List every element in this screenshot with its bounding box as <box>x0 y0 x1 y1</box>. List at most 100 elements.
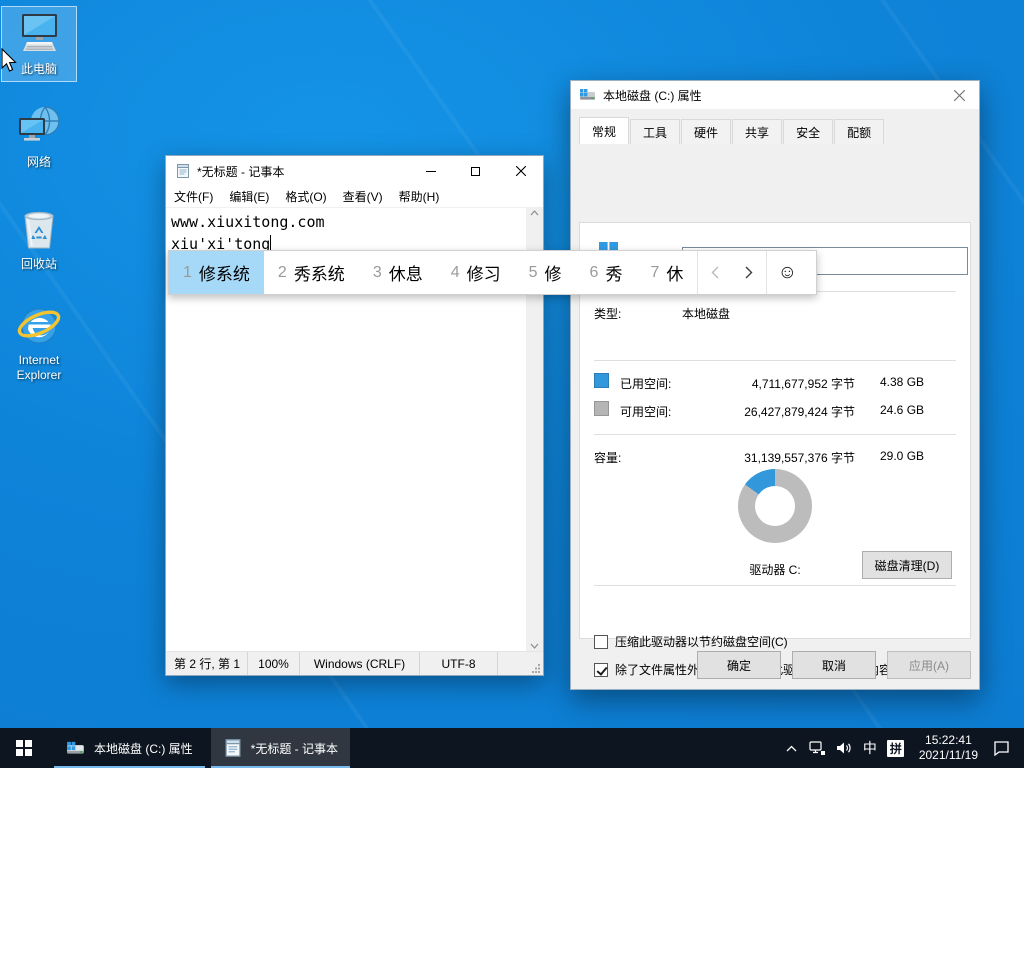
free-space-bytes: 26,427,879,424 字节 <box>675 403 855 420</box>
apply-button[interactable]: 应用(A) <box>887 651 971 679</box>
speaker-icon <box>836 741 852 755</box>
notepad-window: *无标题 - 记事本 文件(F) 编辑(E) 格式(O) 查看(V) 帮助(H)… <box>165 155 544 676</box>
status-zoom-level: 100% <box>248 652 300 675</box>
used-space-swatch <box>594 373 609 388</box>
desktop-icon-label: 回收站 <box>21 257 57 272</box>
taskbar-clock[interactable]: 15:22:41 2021/11/19 <box>909 733 988 763</box>
tab-hardware[interactable]: 硬件 <box>681 119 731 144</box>
used-space-gb: 4.38 GB <box>880 375 924 389</box>
scroll-down-icon[interactable] <box>530 643 539 649</box>
drive-letter-label: 驱动器 C: <box>710 561 840 578</box>
free-space-gb: 24.6 GB <box>880 403 924 417</box>
tray-ime-language[interactable]: 中 <box>857 728 883 768</box>
notepad-icon <box>223 738 243 758</box>
ime-candidate-4[interactable]: 4修习 <box>437 251 515 294</box>
close-button[interactable] <box>498 157 543 186</box>
tray-volume[interactable] <box>831 728 857 768</box>
action-center-button[interactable] <box>988 728 1014 768</box>
status-cursor-position: 第 2 行, 第 1 <box>166 652 248 675</box>
desktop-icon-label: 网络 <box>27 155 51 170</box>
minimize-button[interactable] <box>408 157 453 186</box>
dialog-footer: 确定 取消 应用(A) <box>697 651 971 679</box>
menu-help[interactable]: 帮助(H) <box>391 188 448 205</box>
dialog-titlebar[interactable]: 本地磁盘 (C:) 属性 <box>571 81 979 109</box>
network-icon <box>809 741 826 756</box>
used-space-label: 已用空间: <box>620 375 671 392</box>
checkbox-unchecked[interactable] <box>594 635 608 649</box>
ime-candidate-3[interactable]: 3休息 <box>359 251 437 294</box>
system-tray: 中 拼 15:22:41 2021/11/19 <box>779 728 1024 768</box>
resize-grip[interactable] <box>531 663 541 673</box>
ok-button[interactable]: 确定 <box>697 651 781 679</box>
clock-time: 15:22:41 <box>919 733 978 748</box>
disk-properties-dialog: 本地磁盘 (C:) 属性 常规 工具 硬件 共享 安全 配额 类型: 本地磁盘 … <box>570 80 980 690</box>
pinyin-mode-badge: 拼 <box>887 740 904 757</box>
drive-icon <box>579 88 597 102</box>
ime-candidate-bar: 1修系统 2秀系统 3休息 4修习 5修 6秀 7休 ☺ <box>168 250 817 295</box>
capacity-bytes: 31,139,557,376 字节 <box>675 449 855 466</box>
recycle-bin-icon <box>15 206 63 254</box>
desktop-icon-internet-explorer[interactable]: Internet Explorer <box>1 298 77 392</box>
tray-ime-mode[interactable]: 拼 <box>883 728 909 768</box>
tray-network[interactable] <box>805 728 831 768</box>
desktop-icon-recycle-bin[interactable]: 回收站 <box>1 202 77 278</box>
clock-date: 2021/11/19 <box>919 748 978 763</box>
start-button[interactable] <box>0 728 48 768</box>
drive-icon <box>66 740 86 757</box>
chevron-left-icon <box>711 266 719 279</box>
menu-edit[interactable]: 编辑(E) <box>221 188 277 205</box>
internet-explorer-icon <box>15 302 63 350</box>
scroll-up-icon[interactable] <box>530 210 539 216</box>
this-pc-icon <box>15 11 63 59</box>
window-title: *无标题 - 记事本 <box>197 163 408 180</box>
desktop-icon-network[interactable]: 网络 <box>1 100 77 176</box>
text-line-1: www.xiuxitong.com <box>171 213 325 231</box>
tab-general[interactable]: 常规 <box>579 117 629 144</box>
notepad-statusbar: 第 2 行, 第 1 100% Windows (CRLF) UTF-8 <box>166 651 543 675</box>
desktop-icon-label: 此电脑 <box>21 62 57 77</box>
taskbar-item-notepad[interactable]: *无标题 - 记事本 <box>211 728 350 768</box>
capacity-label: 容量: <box>594 449 621 466</box>
close-icon <box>516 166 526 176</box>
chevron-right-icon <box>745 266 753 279</box>
ime-next-page-button[interactable] <box>732 251 766 294</box>
taskbar: 本地磁盘 (C:) 属性 *无标题 - 记事本 中 <box>0 728 1024 768</box>
taskbar-item-disk-properties[interactable]: 本地磁盘 (C:) 属性 <box>54 728 205 768</box>
ime-emoji-button[interactable]: ☺ <box>767 251 807 294</box>
tab-security[interactable]: 安全 <box>783 119 833 144</box>
notepad-icon <box>175 163 191 179</box>
notepad-titlebar[interactable]: *无标题 - 记事本 <box>166 156 543 186</box>
ime-candidate-7[interactable]: 7休 <box>636 251 697 294</box>
close-icon <box>954 90 965 101</box>
tab-tools[interactable]: 工具 <box>630 119 680 144</box>
ime-candidate-2[interactable]: 2秀系统 <box>264 251 359 294</box>
maximize-button[interactable] <box>453 157 498 186</box>
cancel-button[interactable]: 取消 <box>792 651 876 679</box>
menu-file[interactable]: 文件(F) <box>166 188 221 205</box>
checkbox-checked[interactable] <box>594 663 608 677</box>
smiley-icon: ☺ <box>778 262 797 284</box>
compress-drive-label: 压缩此驱动器以节约磁盘空间(C) <box>615 633 788 650</box>
ime-candidate-6[interactable]: 6秀 <box>576 251 637 294</box>
compress-drive-checkbox-row[interactable]: 压缩此驱动器以节约磁盘空间(C) <box>594 633 788 650</box>
taskbar-item-label: *无标题 - 记事本 <box>251 740 338 757</box>
ime-candidate-5[interactable]: 5修 <box>515 251 576 294</box>
tab-quota[interactable]: 配额 <box>834 119 884 144</box>
menu-format[interactable]: 格式(O) <box>277 188 334 205</box>
menu-view[interactable]: 查看(V) <box>335 188 391 205</box>
tab-sharing[interactable]: 共享 <box>732 119 782 144</box>
disk-cleanup-button[interactable]: 磁盘清理(D) <box>862 551 952 579</box>
dialog-title: 本地磁盘 (C:) 属性 <box>603 87 939 104</box>
status-encoding: UTF-8 <box>420 652 498 675</box>
type-label: 类型: <box>594 305 621 322</box>
dialog-close-button[interactable] <box>939 82 979 109</box>
chevron-up-icon <box>786 745 797 752</box>
ime-prev-page-button[interactable] <box>698 251 732 294</box>
ime-candidate-1[interactable]: 1修系统 <box>169 251 264 294</box>
mouse-cursor <box>1 48 17 74</box>
tray-overflow-button[interactable] <box>779 728 805 768</box>
disk-usage-donut-chart <box>738 469 812 543</box>
capacity-gb: 29.0 GB <box>880 449 924 463</box>
dialog-tabs: 常规 工具 硬件 共享 安全 配额 <box>571 109 979 144</box>
used-space-bytes: 4,711,677,952 字节 <box>675 375 855 392</box>
